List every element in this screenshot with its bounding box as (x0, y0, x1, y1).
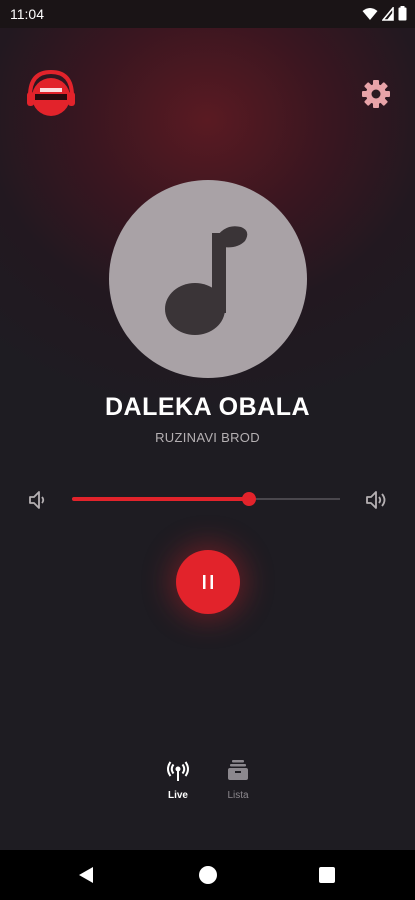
nav-item-live-label: Live (167, 790, 188, 801)
signal-icon (382, 6, 394, 21)
pause-button[interactable] (176, 550, 240, 614)
status-icons (362, 6, 407, 21)
system-navigation-bar (0, 850, 415, 900)
broadcast-icon (167, 761, 189, 781)
nav-item-lista-label: Lista (227, 790, 249, 801)
music-note-icon (165, 226, 248, 335)
status-time: 11:04 (10, 6, 44, 22)
nav-item-lista[interactable]: Lista (218, 758, 258, 808)
volume-slider[interactable] (72, 492, 340, 506)
volume-slider-thumb[interactable] (241, 492, 256, 506)
gear-icon[interactable] (360, 78, 392, 110)
song-title: DALEKA OBALA (104, 393, 311, 421)
battery-icon (398, 6, 407, 21)
pause-icon (203, 575, 213, 589)
radio-nacional-logo-icon[interactable] (24, 66, 78, 120)
status-bar: 11:04 (0, 0, 415, 28)
playlist-icon (228, 760, 248, 780)
volume-low-icon[interactable] (26, 488, 50, 512)
recent-apps-icon[interactable] (319, 867, 335, 883)
volume-high-icon[interactable] (364, 488, 388, 512)
home-icon[interactable] (199, 866, 217, 884)
back-icon[interactable] (78, 866, 94, 884)
volume-slider-fill (72, 497, 249, 501)
player-screen: 11:04 DALEKA OBALA RUZINAVI BROD Live Li… (0, 0, 415, 900)
wifi-icon (362, 7, 378, 20)
artist-name: RUZINAVI BROD (155, 430, 260, 445)
album-artwork (109, 180, 307, 378)
nav-item-live[interactable]: Live (158, 758, 198, 808)
